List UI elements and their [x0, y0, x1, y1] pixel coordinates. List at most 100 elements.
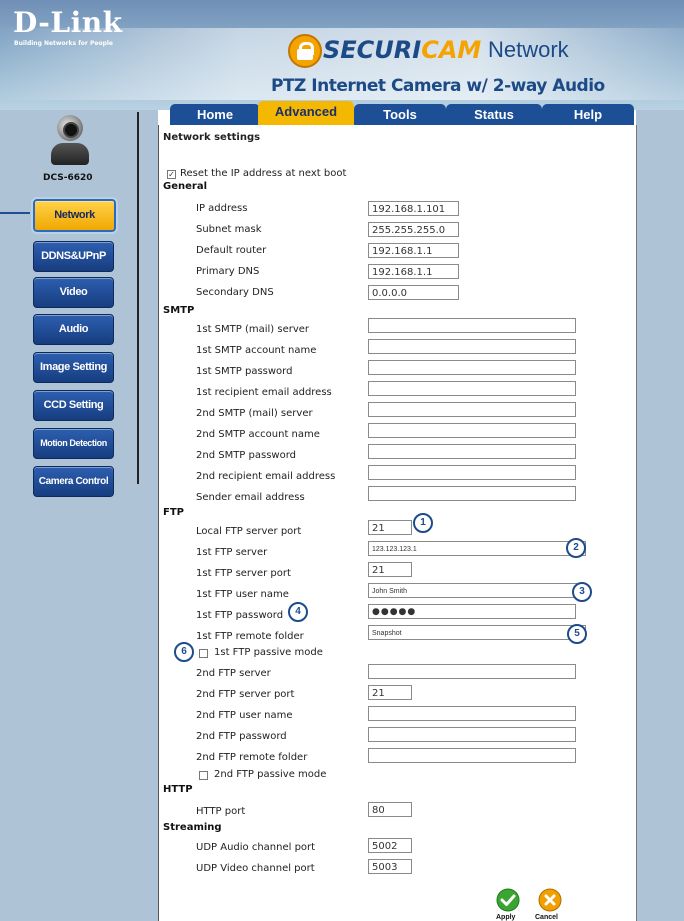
ftp1-password-input[interactable]: ●●●●●: [368, 604, 576, 619]
securicam-logo: SECURICAM: [323, 36, 482, 64]
sender-email-label: Sender email address: [196, 492, 305, 503]
camera-image: [49, 113, 91, 169]
ftp1-user-input[interactable]: John Smith: [368, 583, 586, 598]
ftp1-port-input[interactable]: 21: [368, 562, 412, 577]
section-streaming: Streaming: [163, 822, 222, 833]
recipient1-email-input[interactable]: [368, 381, 576, 396]
smtp1-account-input[interactable]: [368, 339, 576, 354]
udp-audio-port-input[interactable]: 5002: [368, 838, 412, 853]
product-subtitle: PTZ Internet Camera w/ 2-way Audio: [271, 76, 605, 96]
ftp1-server-input[interactable]: 123.123.123.1: [368, 541, 586, 556]
ftp2-folder-input[interactable]: [368, 748, 576, 763]
smtp2-server-label: 2nd SMTP (mail) server: [196, 408, 313, 419]
check-icon: [496, 888, 520, 912]
recipient2-email-label: 2nd recipient email address: [196, 471, 336, 482]
sidebar-item-camera-control[interactable]: Camera Control: [33, 466, 114, 497]
page-title: Network settings: [163, 132, 261, 143]
sidebar-item-ccd-setting[interactable]: CCD Setting: [33, 390, 114, 421]
lock-icon: [288, 34, 322, 68]
local-ftp-port-input[interactable]: 21: [368, 520, 412, 535]
http-port-input[interactable]: 80: [368, 802, 412, 817]
tab-advanced[interactable]: Advanced: [258, 101, 354, 125]
product-network-label: Network: [488, 37, 569, 62]
sidebar-item-ddns-upnp[interactable]: DDNS&UPnP: [33, 241, 114, 272]
ftp2-port-label: 2nd FTP server port: [196, 689, 295, 700]
ftp2-passive-checkbox[interactable]: [199, 771, 208, 780]
ftp1-passive-checkbox[interactable]: [199, 649, 208, 658]
smtp2-password-label: 2nd SMTP password: [196, 450, 296, 461]
smtp1-password-label: 1st SMTP password: [196, 366, 293, 377]
cancel-label: Cancel: [535, 914, 558, 921]
recipient2-email-input[interactable]: [368, 465, 576, 480]
sender-email-input[interactable]: [368, 486, 576, 501]
tab-tools[interactable]: Tools: [354, 104, 446, 125]
ftp1-server-label: 1st FTP server: [196, 547, 268, 558]
sidebar-item-audio[interactable]: Audio: [33, 314, 114, 345]
local-ftp-port-label: Local FTP server port: [196, 526, 302, 537]
secondary-dns-input[interactable]: 0.0.0.0: [368, 285, 459, 300]
ip-address-label: IP address: [196, 203, 248, 214]
cancel-icon: [538, 888, 562, 912]
smtp2-password-input[interactable]: [368, 444, 576, 459]
apply-label: Apply: [496, 914, 516, 921]
nav-pointer-line: [0, 212, 30, 214]
top-nav-tabs: Home Advanced Tools Status Help: [162, 101, 634, 125]
sidebar-item-motion-detection[interactable]: Motion Detection: [33, 428, 114, 459]
ftp2-password-label: 2nd FTP password: [196, 731, 287, 742]
recipient1-email-label: 1st recipient email address: [196, 387, 332, 398]
secondary-dns-label: Secondary DNS: [196, 287, 274, 298]
sidebar-divider: [137, 112, 139, 484]
ftp2-port-input[interactable]: 21: [368, 685, 412, 700]
ftp2-server-label: 2nd FTP server: [196, 668, 271, 679]
udp-video-port-input[interactable]: 5003: [368, 859, 412, 874]
tab-home[interactable]: Home: [170, 104, 260, 125]
udp-video-port-label: UDP Video channel port: [196, 863, 315, 874]
primary-dns-input[interactable]: 192.168.1.1: [368, 264, 459, 279]
reset-ip-label: Reset the IP address at next boot: [180, 168, 347, 179]
section-http: HTTP: [163, 784, 193, 795]
right-margin: [636, 110, 684, 921]
ftp2-server-input[interactable]: [368, 664, 576, 679]
tab-help[interactable]: Help: [542, 104, 634, 125]
smtp1-account-label: 1st SMTP account name: [196, 345, 317, 356]
ftp1-folder-input[interactable]: Snapshot: [368, 625, 586, 640]
dlink-tagline: Building Networks for People: [14, 40, 113, 47]
dlink-logo: D-Link: [13, 6, 123, 39]
ftp1-port-label: 1st FTP server port: [196, 568, 291, 579]
udp-audio-port-label: UDP Audio channel port: [196, 842, 316, 853]
smtp1-password-input[interactable]: [368, 360, 576, 375]
sidebar-item-network[interactable]: Network: [31, 197, 118, 234]
ftp1-user-label: 1st FTP user name: [196, 589, 289, 600]
smtp2-account-label: 2nd SMTP account name: [196, 429, 320, 440]
ftp1-passive-label: 1st FTP passive mode: [214, 647, 323, 658]
sidebar-item-image-setting[interactable]: Image Setting: [33, 352, 114, 383]
ftp2-user-label: 2nd FTP user name: [196, 710, 293, 721]
callout-2: 2: [566, 538, 586, 558]
sidebar-item-video[interactable]: Video: [33, 277, 114, 308]
ftp2-user-input[interactable]: [368, 706, 576, 721]
callout-5: 5: [567, 624, 587, 644]
section-smtp: SMTP: [163, 305, 195, 316]
subnet-mask-label: Subnet mask: [196, 224, 262, 235]
ip-address-input[interactable]: 192.168.1.101: [368, 201, 459, 216]
ftp2-password-input[interactable]: [368, 727, 576, 742]
http-port-label: HTTP port: [196, 806, 246, 817]
reset-ip-checkbox[interactable]: ✓: [167, 170, 176, 179]
smtp1-server-input[interactable]: [368, 318, 576, 333]
callout-6: 6: [174, 642, 194, 662]
section-ftp: FTP: [163, 507, 184, 518]
callout-4: 4: [288, 602, 308, 622]
smtp1-server-label: 1st SMTP (mail) server: [196, 324, 310, 335]
default-router-label: Default router: [196, 245, 267, 256]
section-general: General: [163, 181, 207, 192]
callout-1: 1: [413, 513, 433, 533]
tab-status[interactable]: Status: [446, 104, 542, 125]
default-router-input[interactable]: 192.168.1.1: [368, 243, 459, 258]
smtp2-server-input[interactable]: [368, 402, 576, 417]
callout-3: 3: [572, 582, 592, 602]
smtp2-account-input[interactable]: [368, 423, 576, 438]
ftp2-folder-label: 2nd FTP remote folder: [196, 752, 308, 763]
primary-dns-label: Primary DNS: [196, 266, 260, 277]
ftp1-folder-label: 1st FTP remote folder: [196, 631, 304, 642]
subnet-mask-input[interactable]: 255.255.255.0: [368, 222, 459, 237]
